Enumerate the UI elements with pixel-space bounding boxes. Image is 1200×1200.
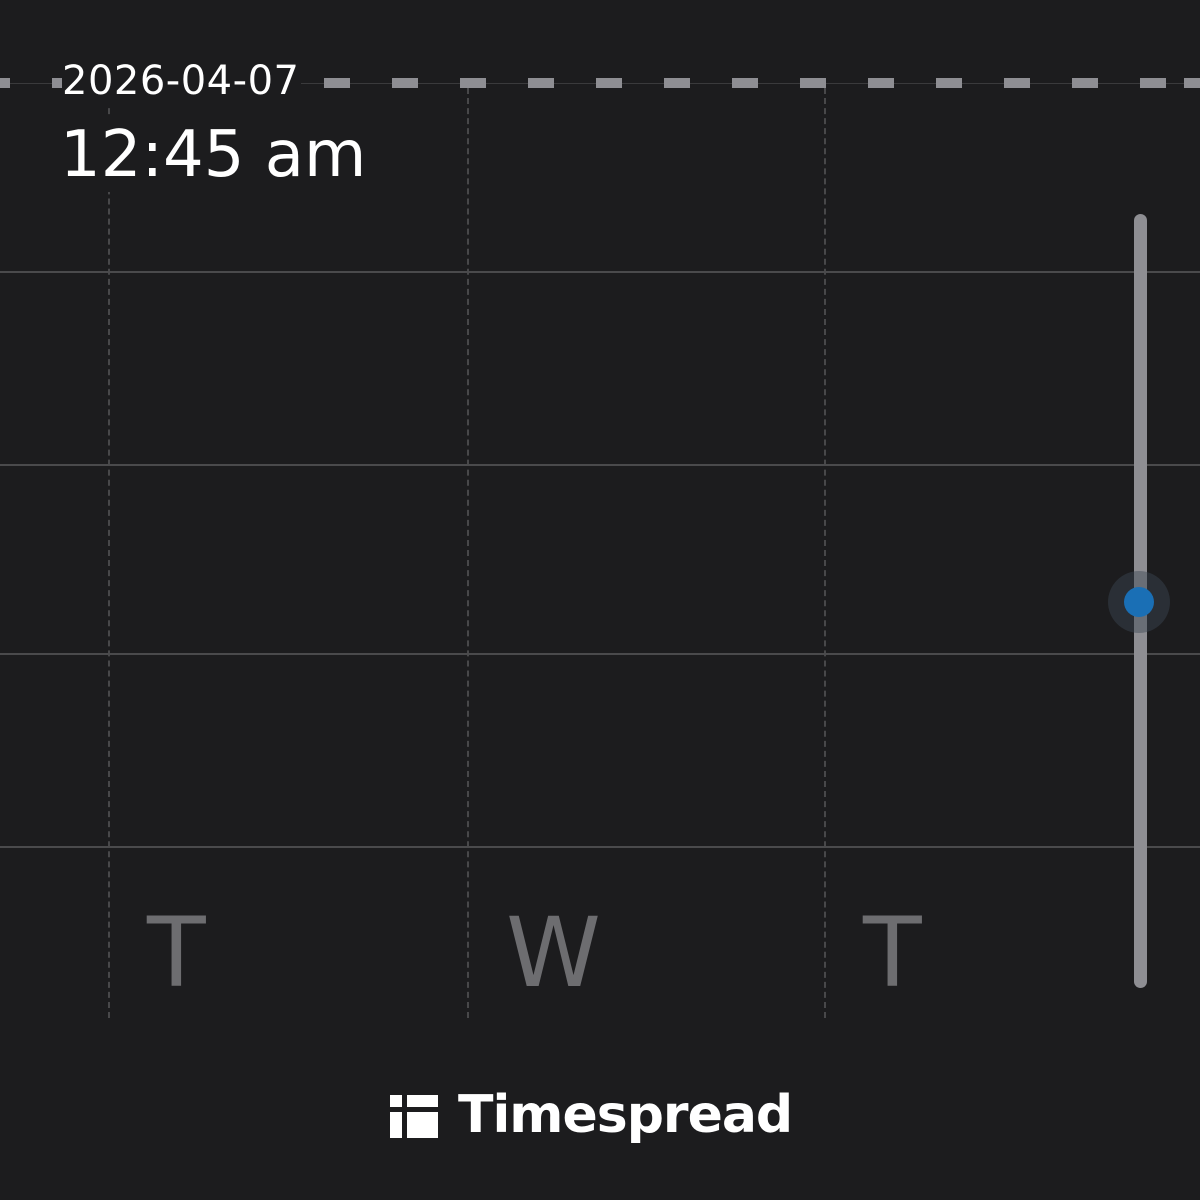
timeline-view: 2026-04-07 12:45 am T W T Timespread: [0, 0, 1200, 1200]
current-time-label: 12:45 am: [60, 118, 367, 192]
day-label-tuesday[interactable]: T: [147, 905, 206, 1001]
brand-name: Timespread: [458, 1085, 793, 1145]
day-label-wednesday[interactable]: W: [506, 905, 601, 1001]
day-label-thursday[interactable]: T: [863, 905, 922, 1001]
hour-gridline: [0, 464, 1200, 466]
current-date-label: 2026-04-07: [62, 58, 302, 104]
hour-gridline: [0, 846, 1200, 848]
brand-footer: Timespread: [390, 1085, 793, 1145]
hour-gridline: [0, 271, 1200, 273]
timespread-logo-icon: [390, 1091, 438, 1139]
day-column-divider: [108, 88, 110, 1018]
time-scrubber-thumb[interactable]: [1124, 587, 1154, 617]
hour-gridline: [0, 653, 1200, 655]
day-column-divider: [824, 88, 826, 1018]
day-column-divider: [467, 88, 469, 1018]
